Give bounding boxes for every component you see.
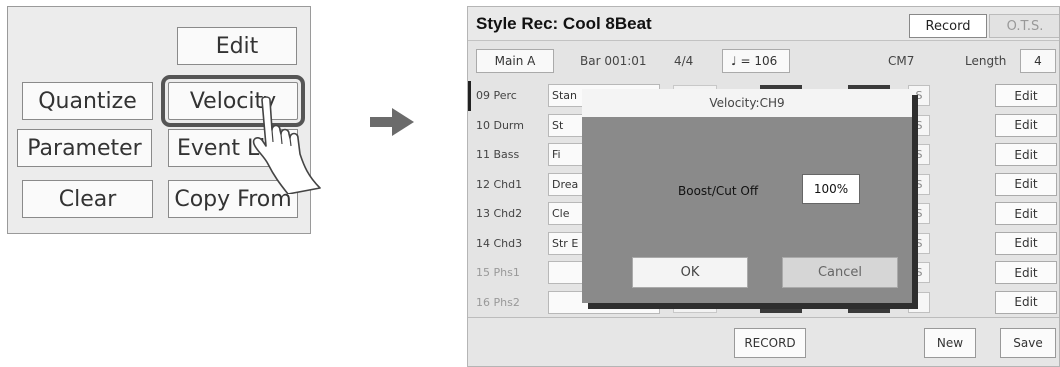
save-button[interactable]: Save — [1000, 328, 1056, 358]
track-name: 10 Durm — [476, 118, 524, 132]
parameter-button[interactable]: Parameter — [17, 129, 152, 167]
cancel-button[interactable]: Cancel — [782, 257, 898, 288]
track-edit-button[interactable]: Edit — [995, 84, 1057, 107]
track-edit-button[interactable]: Edit — [995, 261, 1057, 284]
arrow-right-icon — [370, 108, 414, 136]
record-button[interactable]: RECORD — [734, 328, 806, 358]
style-record-screen: Style Rec: Cool 8Beat Record O.T.S. Main… — [467, 6, 1060, 367]
track-edit-button[interactable]: Edit — [995, 231, 1057, 255]
tab-record[interactable]: Record — [909, 14, 987, 38]
track-name: 15 Phs1 — [476, 266, 520, 279]
edit-button[interactable]: Edit — [177, 27, 297, 65]
ok-button[interactable]: OK — [632, 257, 748, 288]
track-edit-button[interactable]: Edit — [995, 172, 1057, 196]
selected-row-marker — [468, 81, 471, 111]
length-label: Length — [965, 54, 1007, 68]
dialog-title: Velocity:CH9 — [582, 89, 912, 117]
track-name: 14 Chd3 — [476, 236, 523, 250]
boost-cut-label: Boost/Cut Off — [678, 184, 759, 198]
track-edit-button[interactable]: Edit — [995, 290, 1057, 314]
clear-button[interactable]: Clear — [22, 180, 153, 218]
section-selector[interactable]: Main A — [476, 49, 554, 73]
title-bar: Style Rec: Cool 8Beat Record O.T.S. — [468, 7, 1059, 41]
length-value[interactable]: 4 — [1020, 49, 1056, 73]
pointing-hand-icon — [252, 96, 321, 194]
track-name: 12 Chd1 — [476, 177, 523, 191]
quantize-button[interactable]: Quantize — [22, 82, 153, 120]
boost-cut-value-field[interactable]: 100% — [802, 174, 860, 204]
track-name: 11 Bass — [476, 148, 520, 161]
new-button[interactable]: New — [924, 328, 976, 358]
track-edit-button[interactable]: Edit — [995, 143, 1057, 166]
time-signature: 4/4 — [674, 54, 694, 68]
track-name: 09 Perc — [476, 89, 517, 102]
track-name: 16 Phs2 — [476, 295, 520, 309]
track-name: 13 Chd2 — [476, 207, 523, 220]
info-bar: Main A Bar 001:01 4/4 ♩ = 106 CM7 Length… — [468, 41, 1059, 79]
bottom-bar: RECORD New Save — [468, 317, 1059, 366]
tab-ots[interactable]: O.T.S. — [989, 14, 1059, 38]
velocity-dialog: Velocity:CH9 Boost/Cut Off 100% OK Cance… — [582, 89, 912, 303]
screen-title: Style Rec: Cool 8Beat — [476, 14, 652, 33]
tempo-field[interactable]: ♩ = 106 — [722, 49, 790, 73]
track-edit-button[interactable]: Edit — [995, 113, 1057, 137]
track-edit-button[interactable]: Edit — [995, 202, 1057, 225]
bar-position: Bar 001:01 — [580, 54, 647, 68]
chord-display: CM7 — [888, 54, 915, 68]
